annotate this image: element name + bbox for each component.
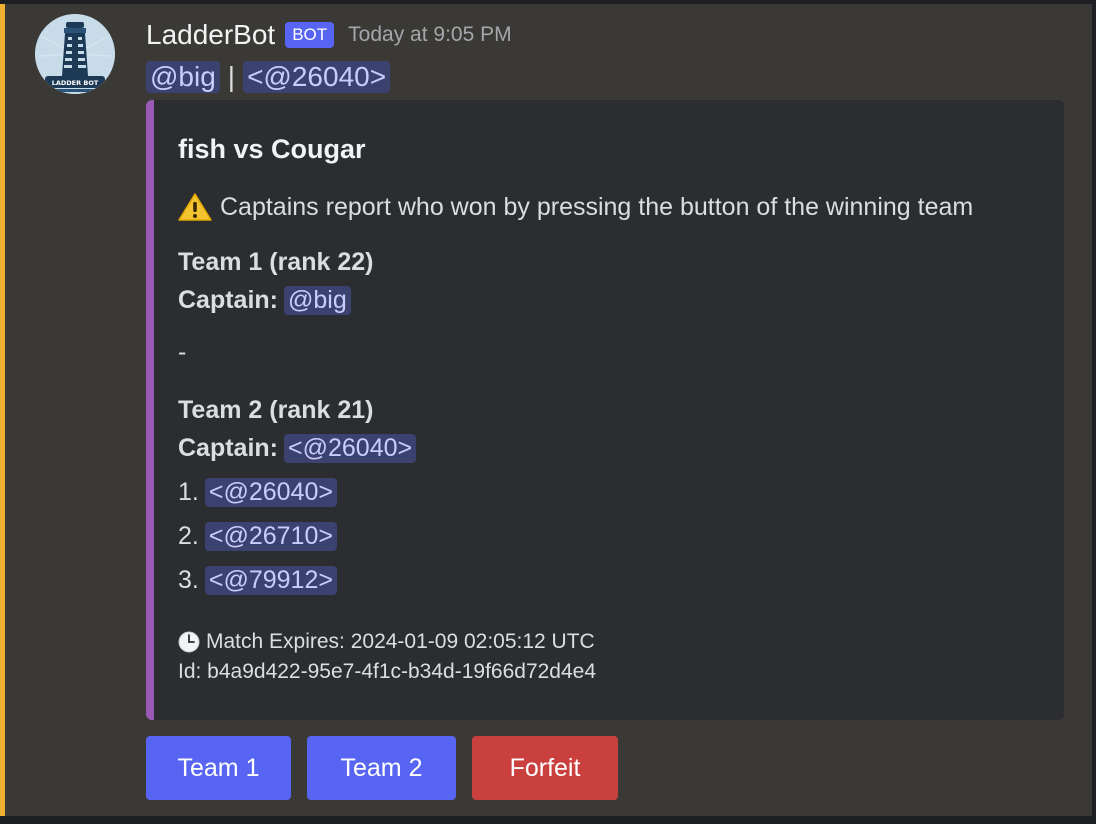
match-embed: fish vs Cougar Captains report who won b… bbox=[146, 100, 1064, 720]
chat-frame: LADDER BOT LadderBot BOT Today at 9:05 P… bbox=[0, 0, 1096, 824]
clock-icon bbox=[178, 631, 200, 653]
team2-heading: Team 2 (rank 21) bbox=[178, 396, 374, 424]
notice-line: Captains report who won by pressing the … bbox=[178, 192, 973, 222]
team2-captain-mention[interactable]: <@26040> bbox=[284, 434, 417, 463]
divider-text: - bbox=[178, 338, 187, 366]
team1-captain-line: Captain: @big bbox=[178, 286, 351, 315]
member-number: 3. bbox=[178, 566, 199, 594]
embed-title: fish vs Cougar bbox=[178, 134, 366, 164]
team2-member-row: 3. <@79912> bbox=[178, 566, 337, 595]
timestamp[interactable]: Today at 9:05 PM bbox=[348, 23, 511, 47]
notice-text: Captains report who won by pressing the … bbox=[220, 192, 974, 221]
team1-heading: Team 1 (rank 22) bbox=[178, 248, 374, 276]
avatar-text: LADDER BOT bbox=[52, 79, 99, 87]
bot-message: LADDER BOT LadderBot BOT Today at 9:05 P… bbox=[0, 4, 1092, 816]
expires-line: Match Expires: 2024-01-09 02:05:12 UTC bbox=[178, 630, 595, 654]
team2-member-row: 1. <@26040> bbox=[178, 478, 337, 507]
team2-button[interactable]: Team 2 bbox=[307, 736, 456, 800]
forfeit-button[interactable]: Forfeit bbox=[472, 736, 618, 800]
ladder-bot-logo-icon: LADDER BOT bbox=[35, 14, 115, 94]
member-number: 2. bbox=[178, 522, 199, 550]
separator: | bbox=[227, 61, 236, 92]
message-content: @big | <@26040> bbox=[146, 56, 391, 98]
team2-member-row: 2. <@26710> bbox=[178, 522, 337, 551]
expires-text: Match Expires: 2024-01-09 02:05:12 UTC bbox=[206, 630, 595, 653]
bot-avatar[interactable]: LADDER BOT bbox=[35, 14, 115, 94]
team2-captain-line: Captain: <@26040> bbox=[178, 434, 417, 463]
member-mention[interactable]: <@26710> bbox=[204, 522, 337, 551]
mention-big[interactable]: @big bbox=[146, 61, 220, 93]
team1-button[interactable]: Team 1 bbox=[146, 736, 291, 800]
team1-captain-mention[interactable]: @big bbox=[284, 286, 351, 315]
message-header: LadderBot BOT Today at 9:05 PM bbox=[146, 16, 512, 54]
team2-captain-label: Captain: bbox=[178, 434, 278, 462]
member-mention[interactable]: <@26040> bbox=[204, 478, 337, 507]
warning-icon bbox=[178, 193, 212, 221]
team1-captain-label: Captain: bbox=[178, 286, 278, 314]
member-number: 1. bbox=[178, 478, 199, 506]
bot-tag: BOT bbox=[285, 22, 335, 48]
mention-26040[interactable]: <@26040> bbox=[243, 61, 391, 93]
match-id: Id: b4a9d422-95e7-4f1c-b34d-19f66d72d4e4 bbox=[178, 660, 597, 683]
username[interactable]: LadderBot bbox=[146, 19, 275, 51]
member-mention[interactable]: <@79912> bbox=[204, 566, 337, 595]
